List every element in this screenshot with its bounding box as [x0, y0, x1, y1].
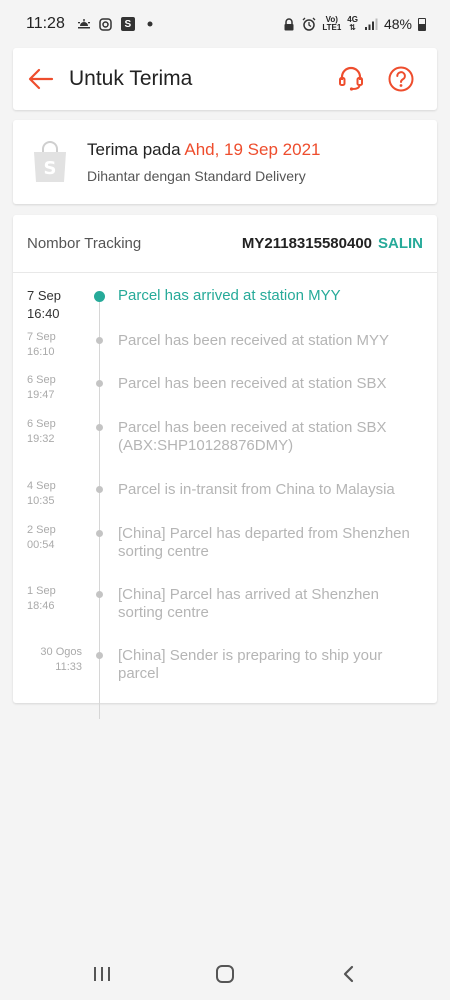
- header-bar: Untuk Terima: [13, 48, 437, 110]
- lock-icon: [282, 17, 296, 31]
- event-description: Parcel is in-transit from China to Malay…: [118, 481, 395, 498]
- lte-label: LTE1: [322, 23, 342, 32]
- copy-tracking-button[interactable]: SALIN: [378, 235, 423, 252]
- svg-text:S: S: [44, 158, 57, 179]
- back-button[interactable]: [13, 48, 69, 110]
- event-date: 6 Sep: [27, 418, 56, 430]
- network-type: 4G ⇅: [347, 16, 358, 32]
- receive-date: Ahd, 19 Sep 2021: [184, 140, 321, 159]
- delivery-estimate-card: S Terima pada Ahd, 19 Sep 2021 Dihantar …: [13, 120, 437, 204]
- shopping-bag-icon: S: [25, 137, 75, 187]
- page-title: Untuk Terima: [69, 67, 193, 90]
- chevron-left-icon: [344, 965, 354, 983]
- timeline-dot: [96, 337, 103, 344]
- timeline-dot: [96, 424, 103, 431]
- event-description: Parcel has been received at station MYY: [118, 332, 389, 349]
- event-timestamp: 6 Sep 19:47: [27, 373, 87, 403]
- status-bar: 11:28 S Vo) LTE1 4G ⇅ 48%: [0, 0, 450, 48]
- system-navigation-bar: [0, 948, 450, 1000]
- home-icon: [215, 965, 234, 983]
- event-date: 30 Ogos: [40, 646, 82, 658]
- event-time: 00:54: [27, 539, 55, 551]
- alarm-icon: [302, 17, 316, 31]
- event-timestamp: 1 Sep 18:46: [27, 584, 87, 614]
- volte-indicator: Vo) LTE1: [322, 16, 341, 32]
- timeline-dot: [96, 486, 103, 493]
- event-date: 1 Sep: [27, 585, 56, 597]
- event-date: 7 Sep: [27, 288, 61, 303]
- signal-icon: [364, 17, 378, 31]
- recent-apps-button[interactable]: [72, 954, 132, 994]
- home-button[interactable]: [195, 954, 255, 994]
- event-date: 4 Sep: [27, 480, 56, 492]
- event-description: Parcel has been received at station SBX: [118, 375, 387, 392]
- timeline-dot-active: [94, 291, 105, 302]
- event-date: 7 Sep: [27, 331, 56, 343]
- data-arrows-icon: ⇅: [349, 23, 356, 32]
- tracking-number: MY2118315580400: [241, 235, 372, 252]
- headset-icon: [339, 66, 363, 91]
- event-timestamp: 4 Sep 10:35: [27, 479, 87, 509]
- tracking-header: Nombor Tracking MY2118315580400 SALIN: [13, 215, 437, 273]
- tracking-card: Nombor Tracking MY2118315580400 SALIN 7 …: [13, 215, 437, 719]
- status-right: Vo) LTE1 4G ⇅ 48%: [282, 16, 426, 32]
- battery-icon: [418, 17, 426, 31]
- back-arrow-icon: [28, 68, 54, 90]
- event-time: 19:32: [27, 433, 55, 445]
- timeline-dot: [96, 530, 103, 537]
- recent-apps-icon: [93, 967, 110, 981]
- instagram-icon: [99, 17, 113, 31]
- receive-prefix: Terima pada: [87, 140, 181, 159]
- shopee-app-icon: S: [120, 17, 135, 31]
- tracking-timeline: 7 Sep 16:40 Parcel has arrived at statio…: [13, 273, 437, 719]
- event-date: 6 Sep: [27, 374, 56, 386]
- event-description: [China] Parcel has arrived at Shenzhen s…: [118, 586, 379, 621]
- event-description: [China] Parcel has departed from Shenzhe…: [118, 525, 410, 560]
- tracking-label: Nombor Tracking: [27, 235, 142, 252]
- status-left: 11:28 S: [26, 15, 157, 33]
- delivery-estimate-text: Terima pada Ahd, 19 Sep 2021 Dihantar de…: [87, 140, 320, 184]
- event-time: 16:10: [27, 346, 55, 358]
- event-timestamp: 6 Sep 19:32: [27, 417, 87, 447]
- notification-dot-icon: [143, 17, 157, 31]
- event-time: 19:47: [27, 389, 55, 401]
- event-time: 18:46: [27, 600, 55, 612]
- timeline-dot: [96, 380, 103, 387]
- back-nav-button[interactable]: [318, 954, 378, 994]
- battery-percentage: 48%: [383, 16, 412, 32]
- event-description: Parcel has arrived at station MYY: [118, 287, 341, 304]
- help-button[interactable]: [385, 63, 417, 95]
- status-time: 11:28: [26, 15, 65, 32]
- help-icon: [388, 66, 414, 92]
- event-time: 11:33: [55, 661, 82, 673]
- timeline-dot: [96, 591, 103, 598]
- customer-service-button[interactable]: [335, 63, 367, 95]
- timeline-dot: [96, 652, 103, 659]
- event-timestamp: 7 Sep 16:40: [27, 287, 87, 323]
- event-date: 2 Sep: [27, 524, 56, 536]
- event-time: 16:40: [27, 306, 60, 321]
- event-timestamp: 7 Sep 16:10: [27, 330, 87, 360]
- event-timestamp: 30 Ogos 11:33: [27, 645, 82, 675]
- event-description: [China] Sender is preparing to ship your…: [118, 647, 383, 682]
- receive-date-line: Terima pada Ahd, 19 Sep 2021: [87, 140, 320, 160]
- event-time: 10:35: [27, 495, 55, 507]
- event-timestamp: 2 Sep 00:54: [27, 523, 87, 553]
- header-actions: [335, 63, 437, 95]
- delivery-method: Dihantar dengan Standard Delivery: [87, 168, 306, 184]
- weather-icon: [77, 17, 91, 31]
- event-description: Parcel has been received at station SBX …: [118, 419, 387, 454]
